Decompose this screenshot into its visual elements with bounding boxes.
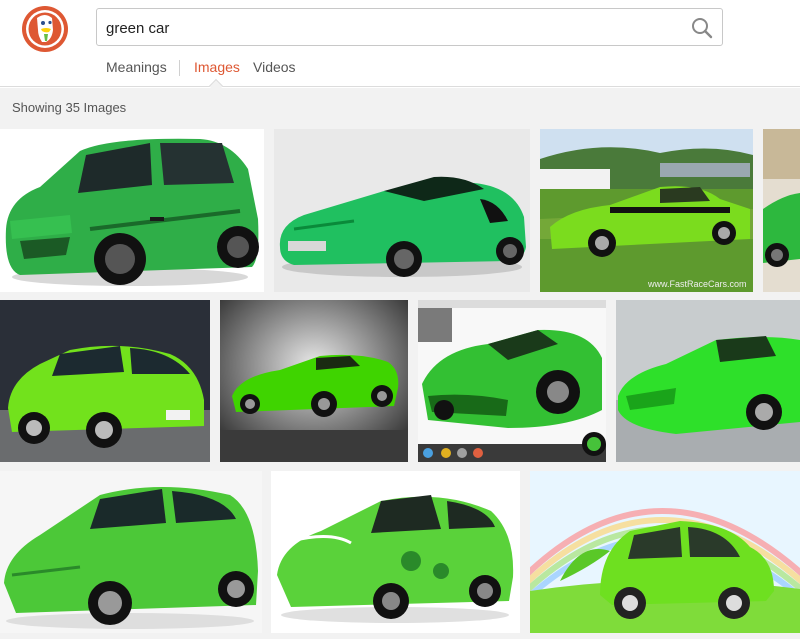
image-result[interactable]	[271, 471, 520, 633]
car-image	[418, 300, 606, 462]
car-image	[530, 471, 800, 633]
car-image: www.FastRaceCars.com	[540, 129, 753, 292]
search-input[interactable]	[106, 17, 666, 39]
image-result[interactable]	[763, 129, 800, 292]
image-result[interactable]	[616, 300, 800, 462]
tab-images[interactable]: Images	[194, 59, 240, 75]
image-result[interactable]	[220, 300, 408, 462]
search-icon	[692, 18, 713, 39]
car-image	[0, 471, 262, 633]
car-image	[0, 129, 264, 292]
header: Meanings Images Videos	[0, 0, 800, 94]
image-result[interactable]	[530, 471, 800, 633]
image-result[interactable]	[274, 129, 530, 292]
tab-separator	[179, 60, 180, 76]
tab-meanings[interactable]: Meanings	[106, 59, 167, 75]
image-result[interactable]: www.FastRaceCars.com	[540, 129, 753, 292]
car-image	[220, 300, 408, 462]
image-result[interactable]	[0, 300, 210, 462]
car-image	[616, 300, 800, 462]
image-result[interactable]	[0, 129, 264, 292]
tab-videos[interactable]: Videos	[253, 59, 296, 75]
image-result[interactable]	[0, 471, 262, 633]
image-results: Showing 35 Images www.FastRaceCars.com	[0, 88, 800, 639]
car-image	[763, 129, 800, 292]
car-image	[274, 129, 530, 292]
image-result[interactable]	[418, 300, 606, 462]
result-count: Showing 35 Images	[12, 100, 127, 115]
car-image	[0, 300, 210, 462]
watermark-text: www.FastRaceCars.com	[647, 279, 747, 289]
search-box	[96, 8, 723, 46]
car-image	[271, 471, 520, 633]
duckduckgo-logo[interactable]	[22, 6, 68, 52]
search-button[interactable]	[688, 14, 716, 42]
